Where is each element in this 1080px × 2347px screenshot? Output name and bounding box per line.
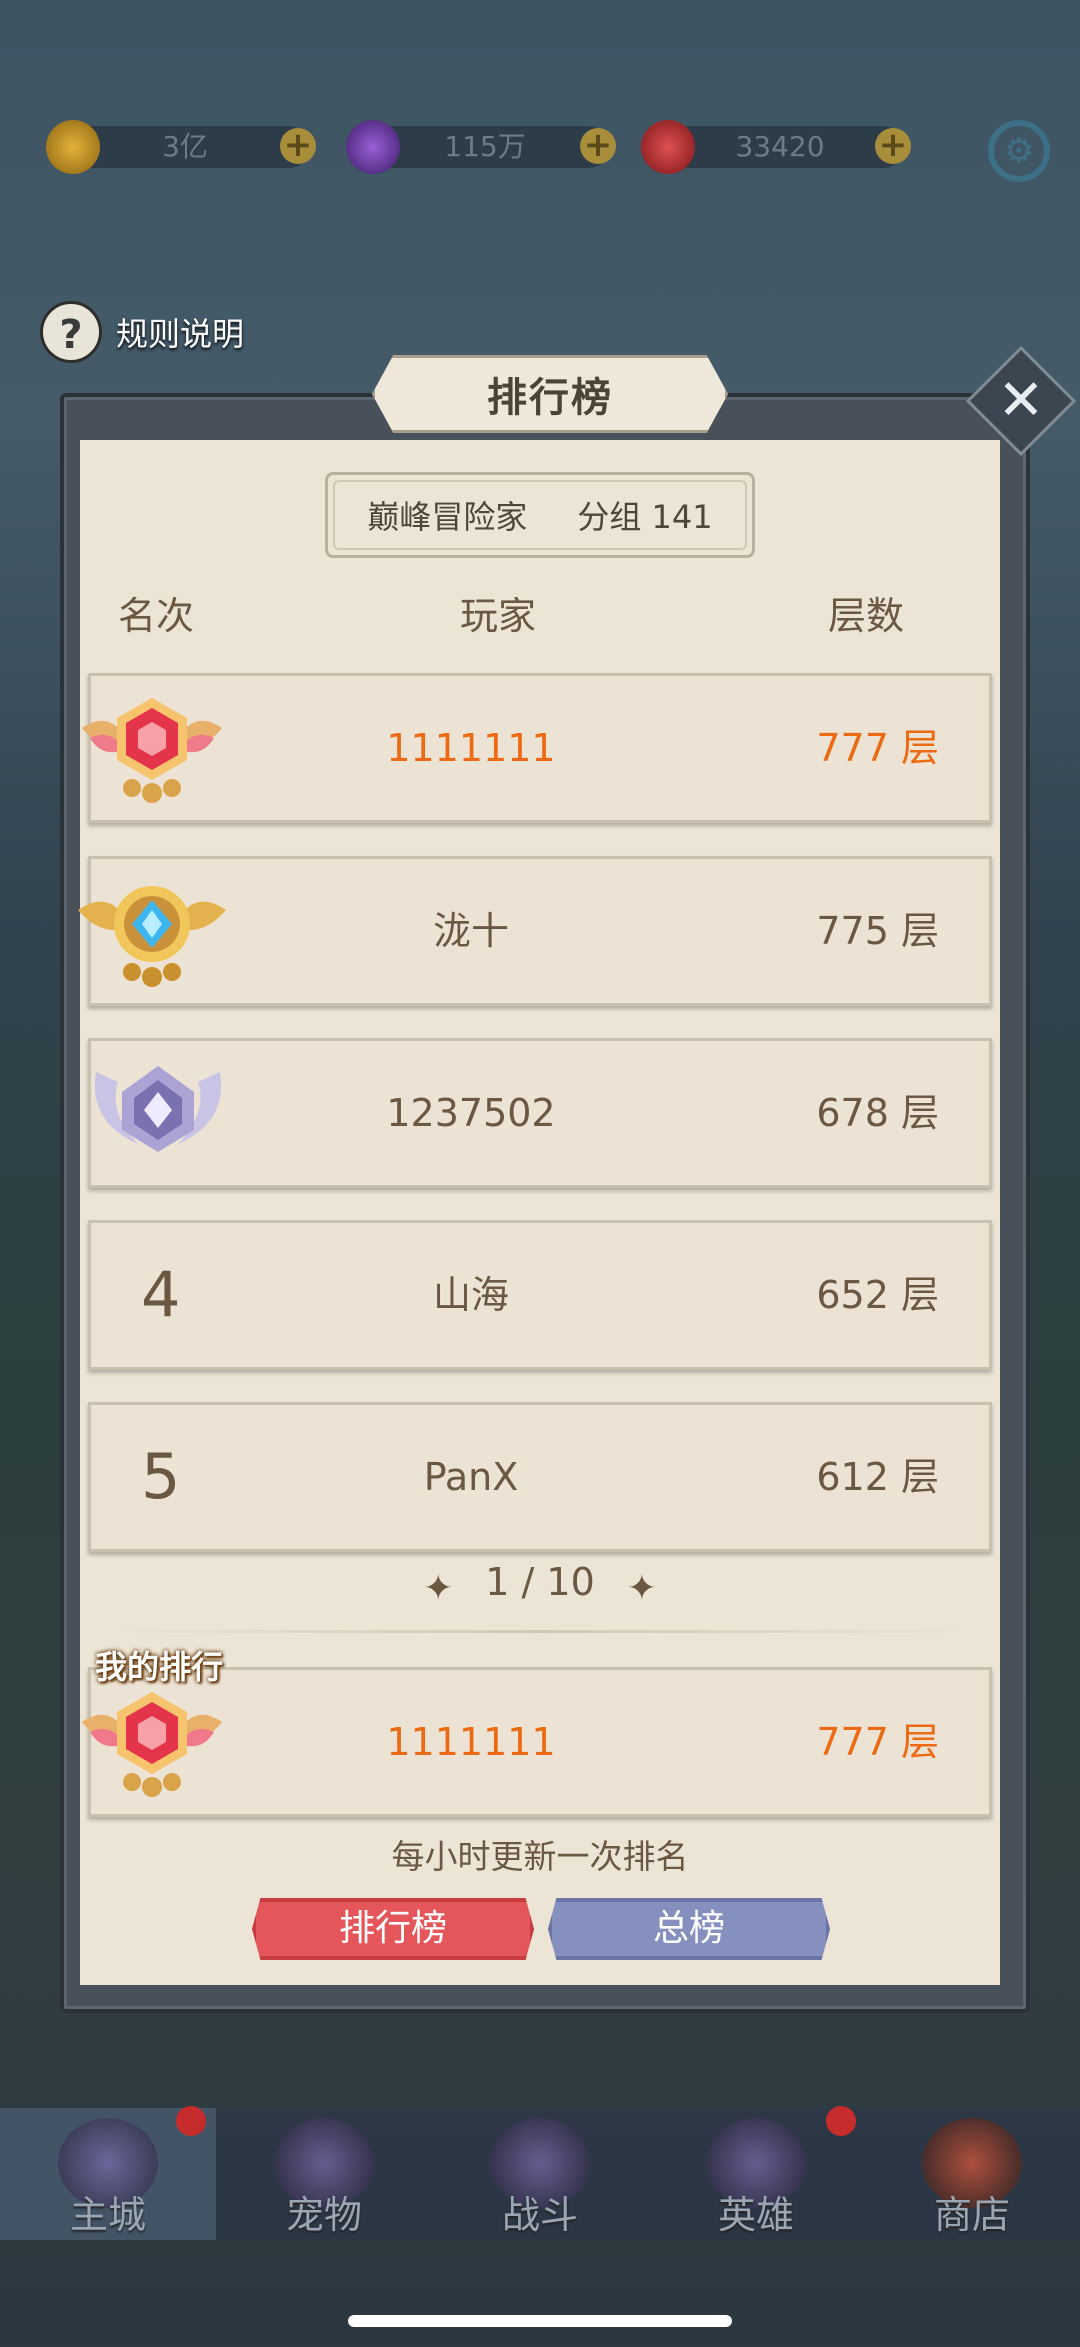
- nav-battle[interactable]: 战斗: [432, 2108, 648, 2240]
- group-number: 分组 141: [577, 498, 713, 536]
- my-floor-count: 777 层: [816, 1720, 939, 1764]
- bottom-nav: 主城 宠物 战斗 英雄 商店: [0, 2108, 1080, 2240]
- player-name: PanX: [423, 1455, 519, 1499]
- my-rank-label: 我的排行: [95, 1648, 224, 1686]
- prev-page-icon[interactable]: ✦: [421, 1568, 455, 1609]
- rank-number: 5: [141, 1440, 181, 1513]
- header-player: 玩家: [460, 594, 537, 638]
- ruby-medal-icon: [82, 698, 222, 803]
- silver-medal-icon: [94, 1066, 222, 1152]
- gold-resource: 3亿 +: [46, 120, 316, 174]
- update-note: 每小时更新一次排名: [391, 1837, 689, 1876]
- nav-label: 战斗: [501, 2193, 578, 2237]
- ruby-medal-icon: [82, 1692, 222, 1797]
- home-indicator[interactable]: [348, 2315, 732, 2327]
- next-page-icon[interactable]: ✦: [625, 1568, 659, 1609]
- purple-crystal-icon: [346, 120, 400, 174]
- page-indicator: 1 / 10: [485, 1560, 595, 1604]
- rules-label: 规则说明: [116, 315, 245, 353]
- crystal-resource: 115万 +: [346, 120, 616, 174]
- gem-resource: 33420 +: [641, 120, 911, 174]
- add-crystal-button[interactable]: +: [580, 128, 616, 164]
- nav-label: 主城: [69, 2193, 146, 2237]
- add-gem-button[interactable]: +: [875, 128, 911, 164]
- sapphire-medal-icon: [78, 886, 226, 987]
- nav-pets[interactable]: 宠物: [216, 2108, 432, 2240]
- header-floors: 层数: [828, 594, 905, 638]
- resource-bar: 3亿 + 115万 + 33420 + ⚙: [46, 120, 1050, 182]
- header-rank: 名次: [118, 594, 195, 638]
- pagination: ✦ 1 / 10 ✦: [0, 1560, 1080, 1609]
- table-row[interactable]: 4 山海 652 层: [88, 1220, 992, 1370]
- gem-value: 33420: [735, 130, 825, 163]
- nav-shop[interactable]: 商店: [864, 2108, 1080, 2240]
- panel-title: 排行榜: [372, 355, 728, 433]
- table-row[interactable]: 5 PanX 612 层: [88, 1402, 992, 1552]
- group-info: 巅峰冒险家 分组 141: [325, 472, 755, 558]
- rank-number: 4: [141, 1258, 181, 1331]
- player-name: 1237502: [386, 1091, 556, 1135]
- gear-icon[interactable]: ⚙: [988, 120, 1050, 182]
- gold-value: 3亿: [162, 130, 208, 163]
- notification-badge: [176, 2106, 206, 2136]
- player-name: 山海: [432, 1273, 509, 1317]
- tab-ranking[interactable]: 排行榜: [252, 1898, 534, 1960]
- my-player-name: 1111111: [386, 1720, 556, 1764]
- notification-badge: [826, 2106, 856, 2136]
- red-gem-icon: [641, 120, 695, 174]
- nav-label: 宠物: [285, 2193, 362, 2237]
- player-name: 1111111: [386, 726, 556, 770]
- nav-label: 英雄: [717, 2193, 794, 2237]
- close-icon: ✕: [997, 368, 1045, 433]
- tab-overall[interactable]: 总榜: [548, 1898, 830, 1960]
- floor-count: 777 层: [816, 726, 939, 770]
- floor-count: 612 层: [816, 1455, 939, 1499]
- gold-coin-icon: [46, 120, 100, 174]
- divider: [108, 1630, 972, 1633]
- add-gold-button[interactable]: +: [280, 128, 316, 164]
- nav-label: 商店: [933, 2193, 1010, 2237]
- floor-count: 775 层: [816, 909, 939, 953]
- floor-count: 652 层: [816, 1273, 939, 1317]
- crystal-value: 115万: [444, 130, 526, 163]
- floor-count: 678 层: [816, 1091, 939, 1135]
- player-name: 泷十: [432, 909, 509, 953]
- group-name: 巅峰冒险家: [367, 498, 528, 536]
- question-icon: ?: [40, 301, 102, 363]
- rules-button[interactable]: ? 规则说明: [40, 300, 244, 364]
